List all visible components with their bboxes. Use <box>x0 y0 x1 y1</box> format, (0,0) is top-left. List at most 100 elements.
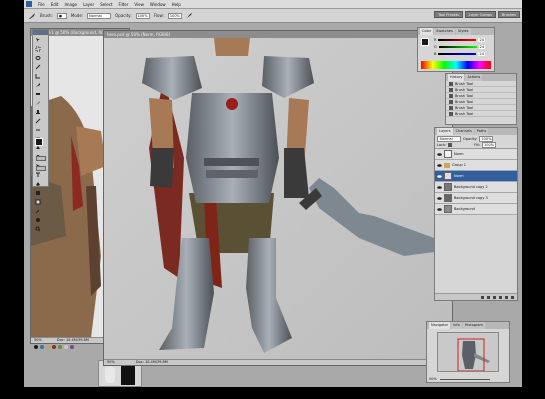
type-tool-icon[interactable] <box>35 172 41 178</box>
swatch-6[interactable] <box>70 345 74 349</box>
layer-row[interactable]: Background copy 3 <box>435 193 517 204</box>
well-brushes[interactable]: Brushes <box>497 11 520 18</box>
layer-row[interactable]: Group 1 <box>435 160 517 171</box>
slice-tool-icon[interactable] <box>35 82 41 88</box>
main-canvas[interactable] <box>104 38 452 360</box>
foreground-color-swatch[interactable] <box>35 138 43 146</box>
main-document-title[interactable]: hero.psd @ 50% (Norm, RGB/8) <box>104 31 452 38</box>
menu-image[interactable]: Image <box>64 2 77 7</box>
hand-tool-icon[interactable] <box>35 217 41 223</box>
photoshop-window: File Edit Image Layer Select Filter View… <box>24 0 522 387</box>
trash-icon[interactable] <box>511 295 514 299</box>
brush-icon[interactable] <box>35 100 41 106</box>
fill-field[interactable]: 100% <box>482 142 497 148</box>
eye-icon[interactable] <box>437 185 442 190</box>
well-tool-presets[interactable]: Tool Presets <box>434 11 463 18</box>
airbrush-icon[interactable] <box>186 12 193 19</box>
shape-tool-icon[interactable] <box>35 190 41 196</box>
history-item[interactable]: Brush Tool <box>446 111 516 117</box>
swatch-3[interactable] <box>52 345 56 349</box>
tab-layers[interactable]: Layers <box>437 128 453 135</box>
r-value[interactable]: 24 <box>478 37 485 42</box>
tab-paths[interactable]: Paths <box>474 128 489 135</box>
marquee-tool-icon[interactable] <box>35 46 41 52</box>
brush-tool-icon[interactable] <box>28 12 36 20</box>
r-slider[interactable] <box>438 38 477 41</box>
lasso-tool-icon[interactable] <box>35 55 41 61</box>
zoom-tool-icon[interactable] <box>35 226 41 232</box>
g-slider[interactable] <box>438 45 477 48</box>
main-document-window[interactable]: hero.psd @ 50% (Norm, RGB/8) 50% Doc: 10… <box>103 30 453 366</box>
stamp-tool-icon[interactable] <box>35 109 41 115</box>
magic-wand-icon[interactable] <box>35 64 41 70</box>
menu-edit[interactable]: Edit <box>51 2 59 7</box>
layer-row[interactable]: Background copy 2 <box>435 182 517 193</box>
layer-thumbnail <box>444 183 452 191</box>
color-spectrum-bar[interactable] <box>421 61 491 69</box>
tab-navigator[interactable]: Navigator <box>429 322 451 329</box>
layer-style-icon[interactable] <box>487 295 490 299</box>
eraser-tool-icon[interactable] <box>35 127 41 133</box>
eye-icon[interactable] <box>437 174 442 179</box>
eye-icon[interactable] <box>437 196 442 201</box>
g-label: G <box>434 44 437 49</box>
eye-icon[interactable] <box>437 207 442 212</box>
brush-preset-picker[interactable]: ● <box>56 12 67 19</box>
move-tool-icon[interactable] <box>35 37 41 43</box>
flow-field[interactable]: 100% <box>167 12 182 19</box>
layer-row-selected[interactable]: Norm <box>435 171 517 182</box>
history-brush-icon <box>449 105 453 110</box>
swatch-4[interactable] <box>58 345 62 349</box>
tab-histogram[interactable]: Histogram <box>462 322 485 329</box>
g-value[interactable]: 24 <box>478 44 486 49</box>
menu-window[interactable]: Window <box>150 2 166 7</box>
history-brush-icon[interactable] <box>35 118 41 124</box>
add-mask-icon[interactable] <box>493 295 496 299</box>
blend-mode-select[interactable]: Normal <box>437 135 461 142</box>
layer-row[interactable]: Background <box>435 204 517 215</box>
tab-swatches[interactable]: Swatches <box>434 28 455 35</box>
zoom-slider[interactable] <box>439 378 490 380</box>
color-fg-swatch[interactable] <box>421 38 429 46</box>
pen-tool-icon[interactable] <box>35 181 41 187</box>
layer-opacity-field[interactable]: 100% <box>479 135 494 142</box>
new-layer-icon[interactable] <box>505 295 508 299</box>
opacity-field[interactable]: 100% <box>135 12 150 19</box>
layer-row[interactable]: Norm <box>435 149 517 160</box>
b-value[interactable]: 24 <box>478 51 485 56</box>
quick-mask-icon[interactable] <box>36 156 46 161</box>
menu-layer[interactable]: Layer <box>83 2 94 7</box>
menu-view[interactable]: View <box>134 2 144 7</box>
tab-channels[interactable]: Channels <box>453 128 474 135</box>
tab-info[interactable]: Info <box>451 322 462 329</box>
b-slider[interactable] <box>438 52 477 55</box>
main-zoom-level[interactable]: 50% <box>107 360 115 364</box>
swatch-5[interactable] <box>64 345 68 349</box>
swatch-1[interactable] <box>40 345 44 349</box>
tab-history[interactable]: History <box>448 74 465 81</box>
eye-icon[interactable] <box>437 163 442 168</box>
opacity-label: Opacity: <box>115 13 132 18</box>
menu-filter[interactable]: Filter <box>118 2 128 7</box>
new-group-icon[interactable] <box>499 295 502 299</box>
mode-select[interactable]: Normal <box>87 12 112 19</box>
link-layers-icon[interactable] <box>481 295 484 299</box>
healing-brush-icon[interactable] <box>35 91 41 97</box>
eye-icon[interactable] <box>437 152 442 157</box>
menu-file[interactable]: File <box>38 2 45 7</box>
eyedropper-icon[interactable] <box>35 208 41 214</box>
tab-actions[interactable]: Actions <box>465 74 483 81</box>
crop-tool-icon[interactable] <box>35 73 41 79</box>
menu-select[interactable]: Select <box>100 2 112 7</box>
well-layer-comps[interactable]: Layer Comps <box>465 11 496 18</box>
tab-styles[interactable]: Styles <box>455 28 471 35</box>
navigator-zoom-value[interactable]: 50% <box>429 377 437 381</box>
swatch-2[interactable] <box>46 345 50 349</box>
lock-icon[interactable] <box>448 143 453 147</box>
menu-help[interactable]: Help <box>172 2 181 7</box>
tab-color[interactable]: Color <box>420 28 434 35</box>
screen-mode-icon[interactable] <box>36 166 46 171</box>
navigator-thumbnail[interactable] <box>437 332 499 372</box>
notes-tool-icon[interactable] <box>35 199 41 205</box>
swatch-0[interactable] <box>34 345 38 349</box>
